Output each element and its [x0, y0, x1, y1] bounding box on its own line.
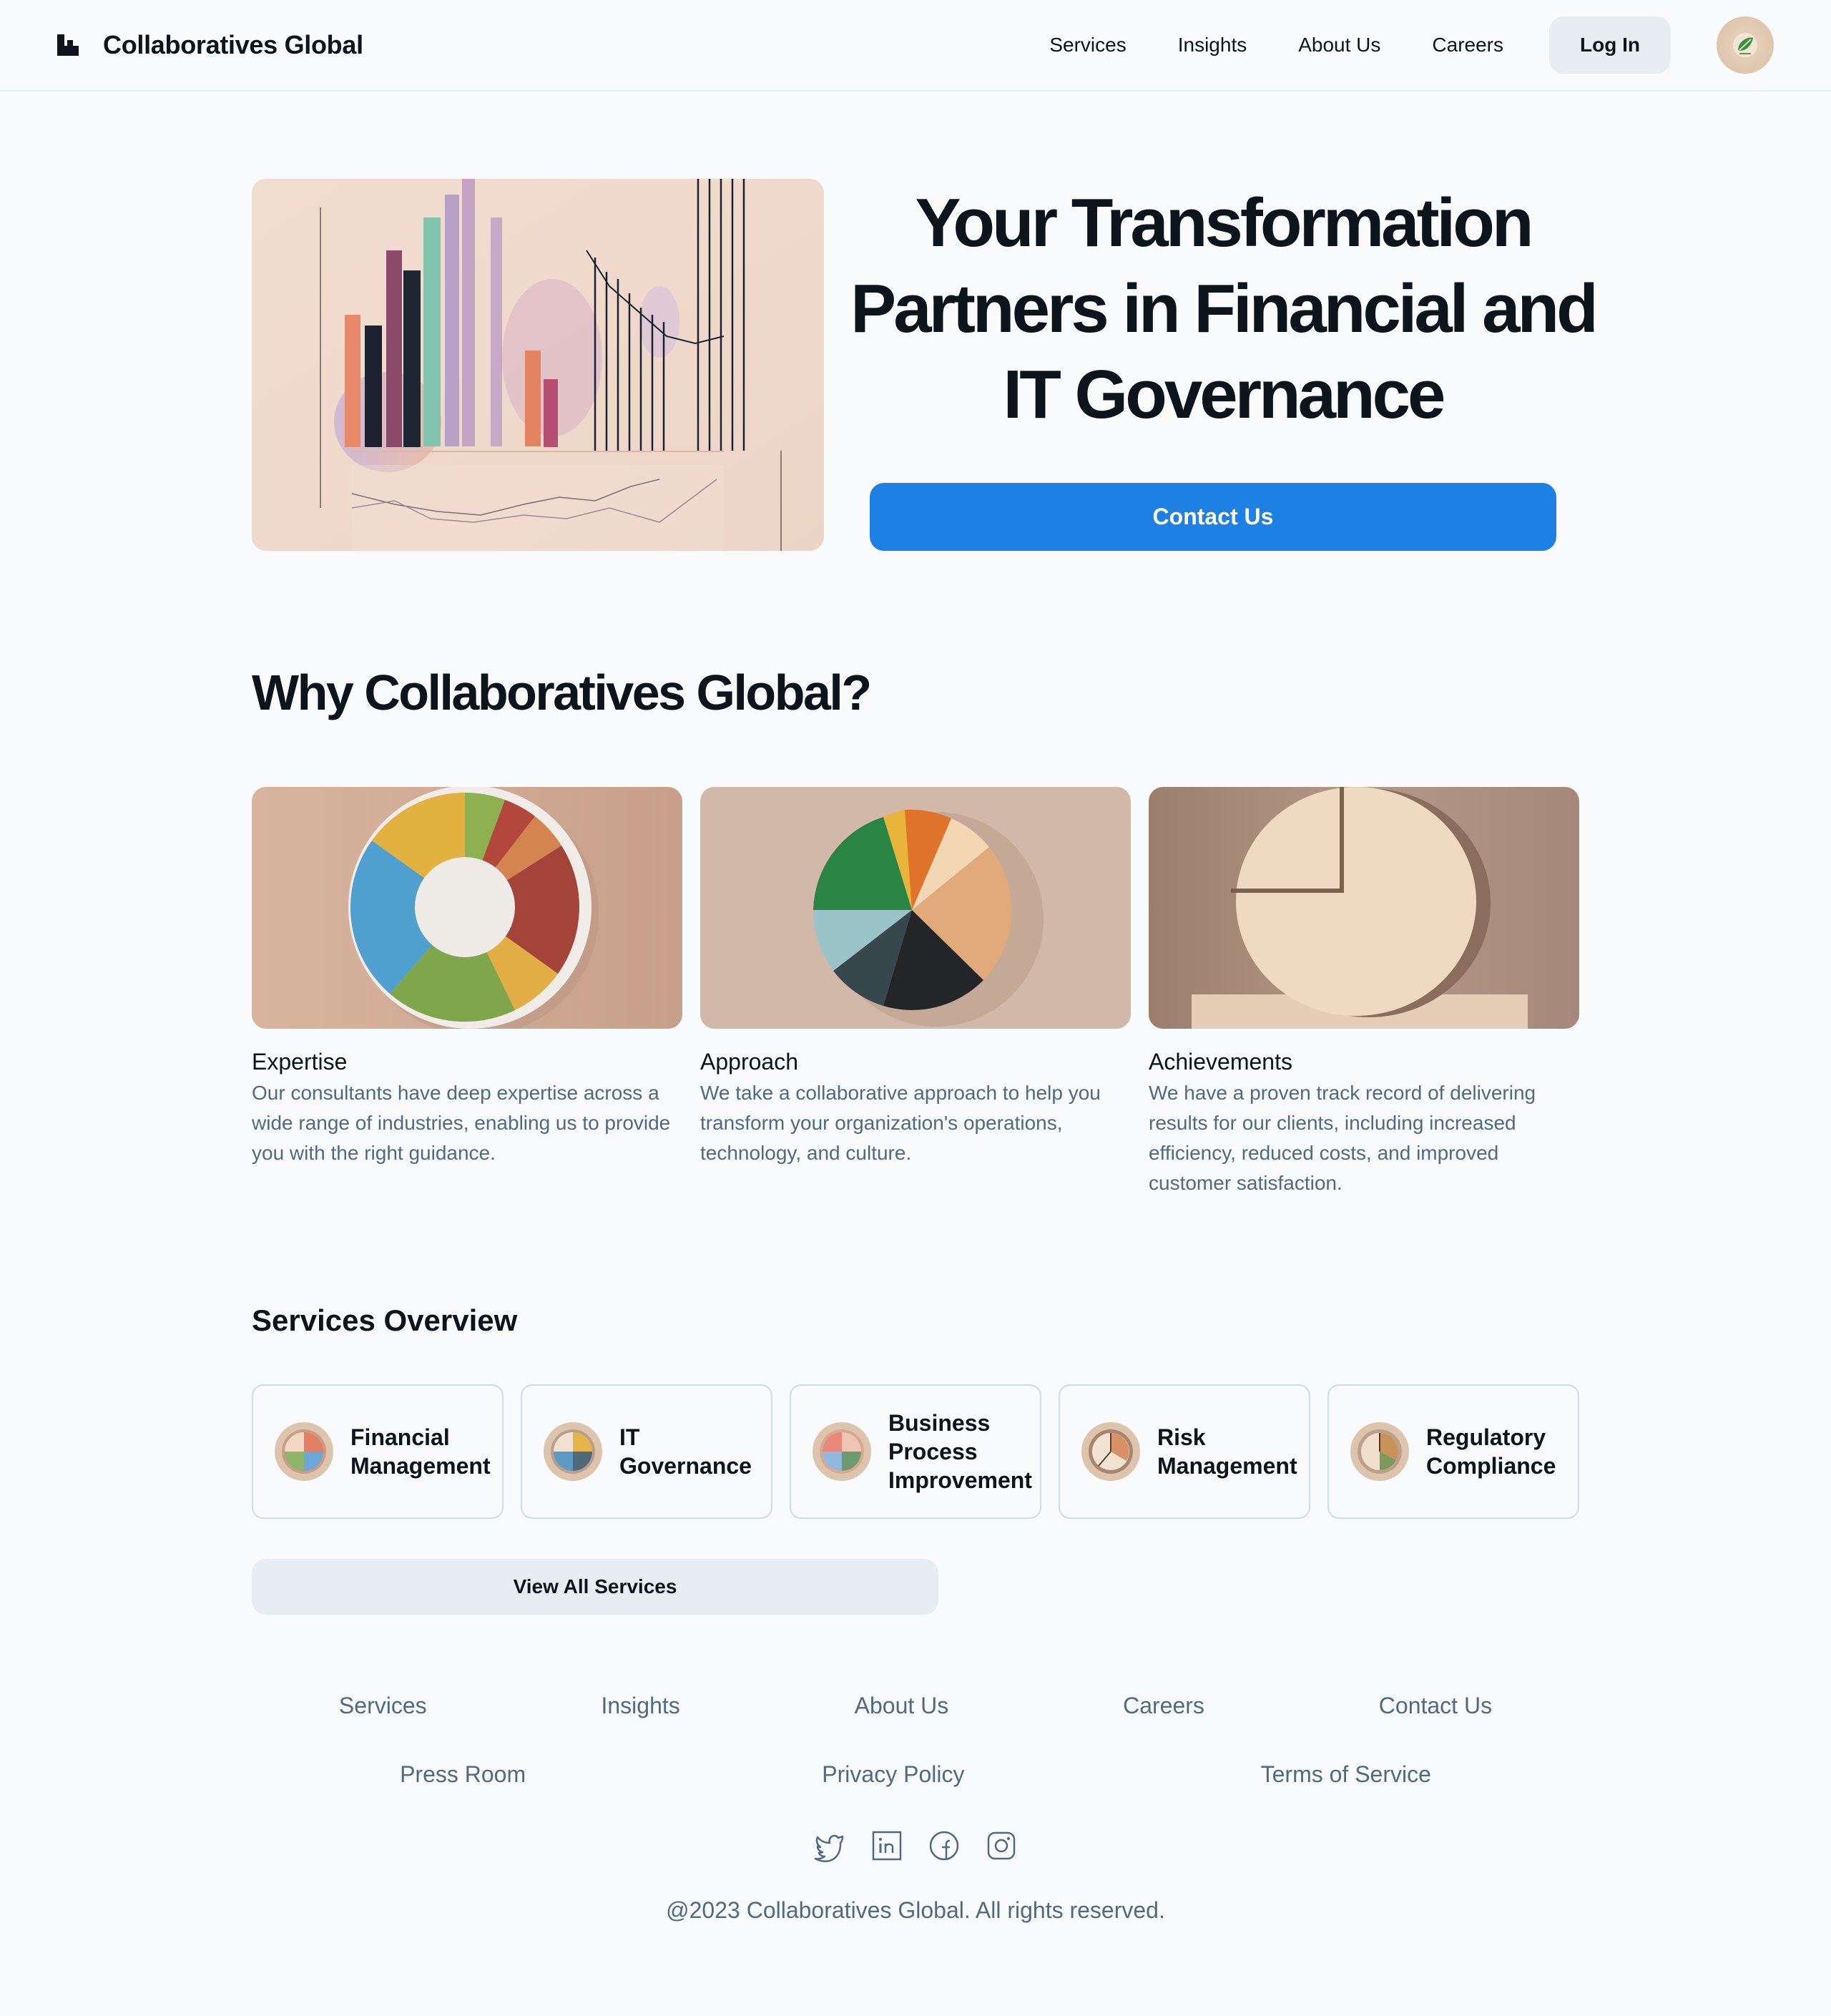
service-risk-management[interactable]: Risk Management	[1059, 1384, 1310, 1519]
card-title: Achievements	[1149, 1049, 1292, 1075]
service-financial-management[interactable]: Financial Management	[252, 1384, 504, 1519]
facebook-icon[interactable]	[927, 1829, 961, 1863]
card-title: Expertise	[252, 1049, 348, 1075]
brand[interactable]: Collaboratives Global	[57, 30, 363, 60]
nav-about-us[interactable]: About Us	[1298, 34, 1380, 57]
service-business-process-improvement[interactable]: Business Process Improvement	[790, 1384, 1041, 1519]
pie-chart-icon	[544, 1422, 602, 1481]
footer-link-contact-us[interactable]: Contact Us	[1379, 1693, 1492, 1719]
feature-card-approach: Approach We take a collaborative approac…	[700, 787, 1131, 1168]
footer-link-terms-of-service[interactable]: Terms of Service	[1261, 1761, 1431, 1788]
hero-title: Your Transformation Partners in Financia…	[850, 185, 1599, 433]
leaf-icon	[1733, 33, 1757, 57]
feature-card-expertise: Expertise Our consultants have deep expe…	[252, 787, 682, 1168]
footer-links-primary: Services Insights About Us Careers Conta…	[252, 1693, 1579, 1719]
service-label: IT Governance	[619, 1424, 752, 1479]
nav-careers[interactable]: Careers	[1432, 34, 1503, 57]
service-regulatory-compliance[interactable]: Regulatory Compliance	[1327, 1384, 1579, 1519]
service-label: Business Process Improvement	[888, 1410, 1032, 1493]
view-all-services-button[interactable]: View All Services	[252, 1559, 938, 1615]
pie-chart-icon	[275, 1422, 333, 1481]
pie-chart-icon	[1350, 1422, 1409, 1481]
approach-image	[700, 787, 1131, 1029]
avatar[interactable]	[1717, 16, 1774, 74]
top-navigation: Collaboratives Global Services Insights …	[0, 0, 1831, 92]
social-links	[813, 1829, 1018, 1863]
logo-icon	[57, 34, 79, 56]
footer-links-secondary: Press Room Privacy Policy Terms of Servi…	[252, 1761, 1579, 1788]
service-label: Regulatory Compliance	[1426, 1424, 1556, 1479]
why-section-title: Why Collaboratives Global?	[252, 665, 872, 720]
nav-services[interactable]: Services	[1049, 34, 1126, 57]
card-text: We take a collaborative approach to help…	[700, 1082, 1101, 1164]
footer-link-privacy-policy[interactable]: Privacy Policy	[822, 1761, 964, 1788]
brand-name: Collaboratives Global	[103, 30, 363, 59]
service-it-governance[interactable]: IT Governance	[521, 1384, 772, 1519]
card-title: Approach	[700, 1049, 798, 1075]
feature-card-achievements: Achievements We have a proven track reco…	[1149, 787, 1579, 1198]
footer-link-press-room[interactable]: Press Room	[400, 1761, 526, 1788]
achievements-image	[1149, 787, 1579, 1029]
instagram-icon[interactable]	[984, 1829, 1018, 1863]
hero-image	[252, 179, 824, 551]
linkedin-icon[interactable]	[870, 1829, 904, 1863]
twitter-icon[interactable]	[813, 1829, 847, 1863]
service-label: Risk Management	[1157, 1424, 1297, 1479]
nav-insights[interactable]: Insights	[1178, 34, 1247, 57]
pie-chart-icon	[813, 1422, 871, 1481]
services-overview-title: Services Overview	[252, 1303, 518, 1337]
expertise-image	[252, 787, 682, 1029]
card-text: Our consultants have deep expertise acro…	[252, 1082, 671, 1164]
footer-link-services[interactable]: Services	[339, 1693, 427, 1719]
service-label: Financial Management	[350, 1424, 491, 1479]
main-nav: Services Insights About Us Careers Log I…	[1049, 16, 1774, 74]
login-button[interactable]: Log In	[1549, 16, 1671, 74]
pie-chart-icon	[1081, 1422, 1140, 1481]
footer-link-about-us[interactable]: About Us	[855, 1693, 949, 1719]
footer-link-careers[interactable]: Careers	[1123, 1693, 1204, 1719]
footer-link-insights[interactable]: Insights	[601, 1693, 679, 1719]
copyright-text: @2023 Collaboratives Global. All rights …	[666, 1897, 1165, 1923]
card-text: We have a proven track record of deliver…	[1149, 1082, 1536, 1194]
contact-us-button[interactable]: Contact Us	[870, 483, 1556, 551]
